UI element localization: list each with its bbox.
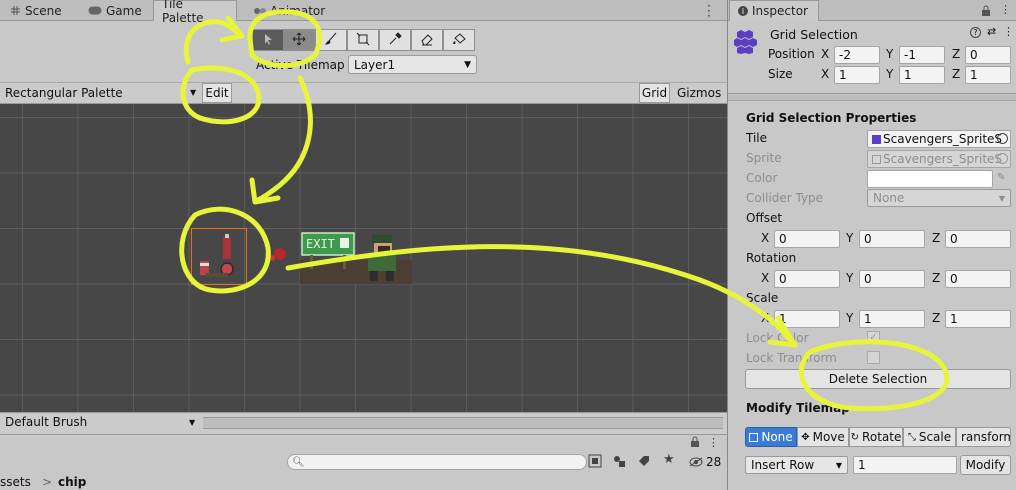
annotation-edit-circle	[180, 65, 262, 125]
annotation-long-arrow	[285, 244, 793, 343]
annotation-curved-arrow	[183, 19, 243, 65]
annotation-down-arrow	[255, 75, 313, 203]
annotation-delete-circle	[798, 339, 950, 412]
annotation-tile-circle	[179, 206, 271, 294]
annotation-overlay	[179, 9, 950, 412]
annotation-toolbar-circle	[247, 9, 323, 68]
